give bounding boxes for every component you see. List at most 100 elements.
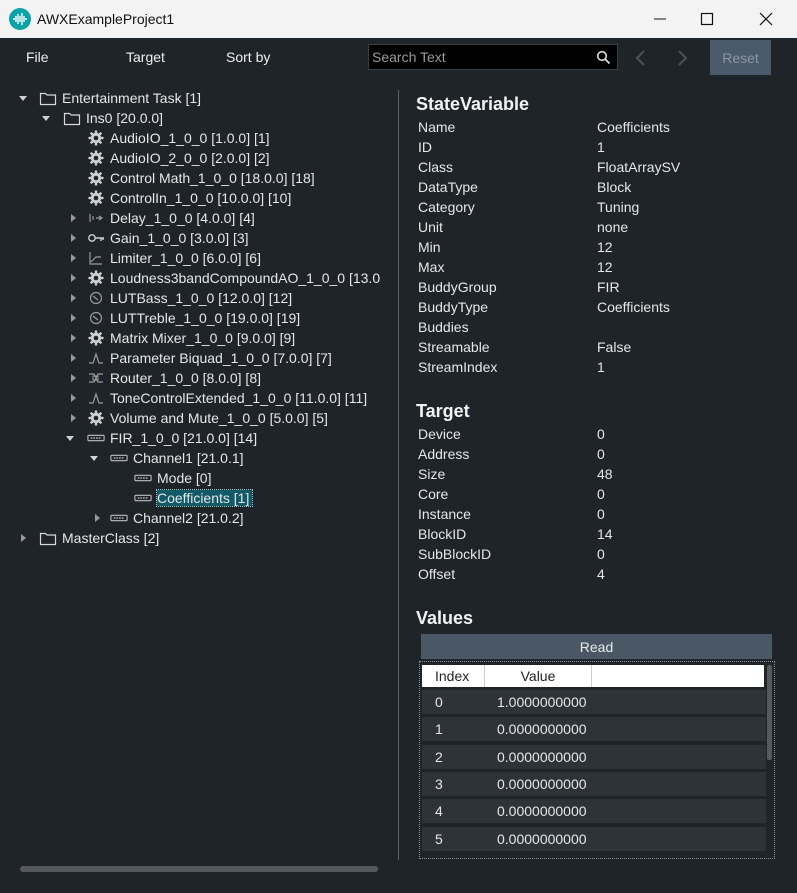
chevron-right-icon[interactable] — [67, 272, 79, 284]
tree-horizontal-scrollbar[interactable] — [20, 866, 378, 872]
gain-icon — [86, 230, 106, 246]
property-value: 12 — [597, 239, 613, 255]
tree-item[interactable]: Channel1 [21.0.1] — [88, 448, 244, 468]
block-icon — [86, 430, 106, 446]
value-cell[interactable]: 0.0000000000 — [485, 803, 595, 819]
tree-item[interactable]: ToneControlExtended_1_0_0 [11.0.0] [11] — [67, 388, 367, 408]
chevron-down-icon[interactable] — [40, 112, 52, 124]
tree-item[interactable]: Ins0 [20.0.0] — [40, 108, 163, 128]
table-row[interactable]: 3 0.0000000000 — [422, 771, 766, 797]
tree-item-label: LUTBass_1_0_0 [12.0.0] [12] — [110, 290, 293, 306]
property-key: Offset — [418, 566, 456, 582]
close-button[interactable] — [743, 0, 789, 38]
target-title: Target — [416, 401, 470, 421]
property-value: 12 — [597, 259, 613, 275]
tree-item-label: Parameter Biquad_1_0_0 [7.0.0] [7] — [110, 350, 332, 366]
value-cell[interactable]: 1.0000000000 — [485, 694, 595, 710]
column-header-index[interactable]: Index — [422, 665, 485, 687]
grid-vertical-scrollbar[interactable] — [767, 665, 772, 760]
tree-item[interactable]: Router_1_0_0 [8.0.0] [8] — [67, 368, 261, 388]
gear-icon — [86, 130, 106, 146]
tree-item[interactable]: Entertainment Task [1] — [17, 88, 201, 108]
table-row[interactable]: 1 0.0000000000 — [422, 717, 766, 743]
value-cell[interactable]: 0.0000000000 — [485, 721, 595, 737]
property-key: Class — [418, 159, 454, 175]
gear-icon — [86, 330, 106, 346]
chevron-right-icon[interactable] — [91, 512, 103, 524]
tree-item[interactable]: Gain_1_0_0 [3.0.0] [3] — [67, 228, 249, 248]
chevron-right-icon[interactable] — [67, 392, 79, 404]
reset-button[interactable]: Reset — [710, 40, 771, 75]
gear-icon — [86, 170, 106, 186]
menu-sort-by[interactable]: Sort by — [226, 49, 270, 65]
value-cell[interactable]: 0.0000000000 — [485, 776, 595, 792]
tree-item-label: MasterClass [2] — [62, 530, 160, 546]
value-cell[interactable]: 0.0000000000 — [485, 831, 595, 847]
minimize-icon — [654, 18, 666, 20]
value-cell[interactable]: 0.0000000000 — [485, 749, 595, 765]
chevron-right-icon[interactable] — [67, 352, 79, 364]
column-header-value[interactable]: Value — [485, 665, 592, 687]
tree-item[interactable]: LUTTreble_1_0_0 [19.0.0] [19] — [67, 308, 300, 328]
maximize-icon — [700, 12, 714, 26]
tree-item[interactable]: Loudness3bandCompoundAO_1_0_0 [13.0 — [67, 268, 380, 288]
tree-item[interactable]: Matrix Mixer_1_0_0 [9.0.0] [9] — [67, 328, 295, 348]
chevron-right-icon[interactable] — [67, 312, 79, 324]
tree-item[interactable]: Control Math_1_0_0 [18.0.0] [18] — [67, 168, 315, 188]
forward-arrow-icon[interactable] — [672, 48, 692, 68]
menu-target[interactable]: Target — [126, 49, 165, 65]
index-cell: 3 — [435, 775, 443, 792]
property-key: DataType — [418, 179, 478, 195]
tree-item[interactable]: Volume and Mute_1_0_0 [5.0.0] [5] — [67, 408, 328, 428]
panel-divider[interactable] — [398, 90, 399, 860]
maximize-button[interactable] — [684, 0, 730, 38]
chevron-right-icon[interactable] — [67, 332, 79, 344]
chevron-right-icon[interactable] — [67, 212, 79, 224]
tree-item[interactable]: MasterClass [2] — [17, 528, 159, 548]
tree-item[interactable]: Limiter_1_0_0 [6.0.0] [6] — [67, 248, 261, 268]
property-value: 14 — [597, 526, 613, 542]
chevron-down-icon[interactable] — [88, 452, 100, 464]
table-row[interactable]: 4 0.0000000000 — [422, 799, 766, 825]
back-arrow-icon[interactable] — [631, 48, 651, 68]
chevron-right-icon[interactable] — [67, 252, 79, 264]
tree-item[interactable]: AudioIO_1_0_0 [1.0.0] [1] — [67, 128, 270, 148]
chevron-right-icon[interactable] — [67, 292, 79, 304]
property-key: Min — [418, 239, 441, 255]
minimize-button[interactable] — [637, 0, 683, 38]
property-key: StreamIndex — [418, 359, 498, 375]
tree-item[interactable]: FIR_1_0_0 [21.0.0] [14] — [64, 428, 257, 448]
table-row[interactable]: 5 0.0000000000 — [422, 826, 766, 852]
tree-item-selected[interactable]: Coefficients [1] — [112, 488, 254, 508]
index-cell: 0 — [435, 694, 443, 710]
chevron-down-icon[interactable] — [64, 432, 76, 444]
chevron-right-icon[interactable] — [67, 232, 79, 244]
router-icon — [86, 370, 106, 386]
tree-item[interactable]: ControlIn_1_0_0 [10.0.0] [10] — [67, 188, 291, 208]
chevron-down-icon[interactable] — [17, 92, 29, 104]
tree-item-label: Loudness3bandCompoundAO_1_0_0 [13.0 — [110, 270, 381, 286]
tree-item[interactable]: Parameter Biquad_1_0_0 [7.0.0] [7] — [67, 348, 332, 368]
table-row[interactable]: 0 1.0000000000 — [422, 690, 766, 715]
tree-item-label: AudioIO_1_0_0 [1.0.0] [1] — [110, 130, 270, 146]
tree-item[interactable]: LUTBass_1_0_0 [12.0.0] [12] — [67, 288, 292, 308]
block-icon — [109, 450, 129, 466]
read-button[interactable]: Read — [421, 634, 772, 659]
statevariable-title: StateVariable — [416, 94, 530, 114]
index-cell: 1 — [435, 721, 443, 738]
index-cell: 2 — [435, 748, 443, 765]
chevron-right-icon[interactable] — [67, 412, 79, 424]
property-value: 0 — [597, 506, 605, 522]
tree-item[interactable]: Mode [0] — [112, 468, 211, 488]
tree-item[interactable]: Delay_1_0_0 [4.0.0] [4] — [67, 208, 255, 228]
tree-item[interactable]: Channel2 [21.0.2] — [91, 508, 244, 528]
search-input[interactable] — [369, 45, 584, 69]
tree-item[interactable]: AudioIO_2_0_0 [2.0.0] [2] — [67, 148, 270, 168]
search-icon[interactable] — [596, 50, 611, 65]
tree-item-label: Delay_1_0_0 [4.0.0] [4] — [110, 210, 255, 226]
app-logo-icon — [9, 8, 31, 30]
chevron-right-icon[interactable] — [17, 532, 29, 544]
chevron-right-icon[interactable] — [67, 372, 79, 384]
menu-file[interactable]: File — [26, 49, 49, 65]
table-row[interactable]: 2 0.0000000000 — [422, 744, 766, 770]
